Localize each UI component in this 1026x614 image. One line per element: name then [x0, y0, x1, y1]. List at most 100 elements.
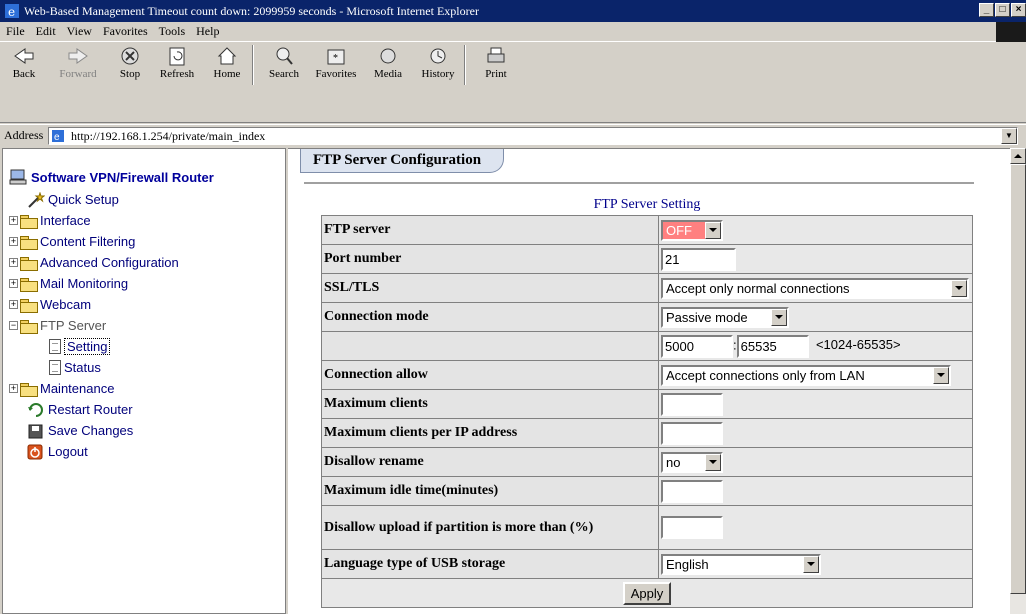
sidebar-item-ftp-server[interactable]: − FTP Server [9, 315, 179, 336]
address-label: Address [4, 128, 44, 142]
sidebar-item-restart-router[interactable]: Restart Router [9, 399, 179, 420]
ssl-tls-label: SSL/TLS [321, 273, 659, 303]
table-row: SSL/TLS Accept only normal connections [321, 273, 973, 303]
menu-help[interactable]: Help [191, 24, 224, 39]
tab-ftp-server-configuration: FTP Server Configuration [300, 149, 505, 173]
stop-label: Stop [119, 68, 141, 80]
vertical-scrollbar[interactable] [1010, 148, 1026, 614]
ftp-server-select[interactable]: OFF [661, 219, 723, 241]
history-label: History [421, 68, 455, 80]
max-clients-per-ip-input[interactable] [661, 421, 723, 445]
sidebar-item-label: Interface [40, 213, 91, 228]
forward-arrow-icon [68, 48, 88, 64]
address-url: http://192.168.1.254/private/main_index [71, 128, 266, 143]
connection-mode-select[interactable]: Passive mode [661, 306, 789, 328]
address-input[interactable]: e http://192.168.1.254/private/main_inde… [48, 127, 1018, 145]
port-range-to-input[interactable]: 65535 [736, 334, 809, 358]
chevron-down-icon [705, 221, 721, 239]
address-bar: Address e http://192.168.1.254/private/m… [0, 124, 1026, 146]
chevron-down-icon [803, 555, 819, 573]
stop-icon [121, 47, 139, 65]
disallow-rename-select[interactable]: no [661, 451, 723, 473]
folder-icon [20, 214, 38, 229]
max-idle-time-input[interactable] [661, 479, 723, 503]
disallow-rename-value: no [666, 454, 681, 470]
collapse-icon[interactable]: − [9, 321, 18, 330]
address-dropdown-icon[interactable]: ▼ [1001, 128, 1017, 144]
expand-icon[interactable]: + [9, 258, 18, 267]
table-row: 5000:65535 <1024-65535> [321, 331, 973, 361]
favorites-button[interactable]: * Favorites [314, 45, 358, 85]
sidebar-item-interface[interactable]: + Interface [9, 210, 179, 231]
minimize-icon[interactable]: _ [979, 3, 994, 17]
restart-icon [28, 402, 43, 417]
connection-mode-value: Passive mode [666, 309, 748, 325]
forward-label: Forward [59, 68, 97, 80]
nav-frame: Software VPN/Firewall Router Quick Setup… [2, 148, 286, 614]
history-button[interactable]: History [416, 45, 460, 85]
browser-window: e Web-Based Management Timeout count dow… [0, 0, 1026, 614]
back-button[interactable]: Back [2, 45, 46, 85]
sidebar-item-label: Status [64, 360, 101, 375]
scroll-up-icon[interactable] [1010, 148, 1026, 164]
menu-edit[interactable]: Edit [31, 24, 61, 39]
media-icon [380, 48, 396, 64]
expand-icon[interactable]: + [9, 279, 18, 288]
ssl-tls-select[interactable]: Accept only normal connections [661, 277, 969, 299]
refresh-button[interactable]: Refresh [155, 45, 199, 85]
refresh-label: Refresh [159, 68, 195, 80]
disallow-rename-label: Disallow rename [321, 447, 659, 477]
search-button[interactable]: Search [262, 45, 306, 85]
stop-button[interactable]: Stop [108, 45, 152, 85]
nav-tree: Quick Setup + Interface + Content Filter… [9, 189, 179, 462]
menu-tools[interactable]: Tools [154, 24, 191, 39]
expand-icon[interactable]: + [9, 300, 18, 309]
apply-button[interactable]: Apply [622, 581, 672, 605]
sidebar-item-logout[interactable]: Logout [9, 441, 179, 462]
sidebar-item-mail-monitoring[interactable]: + Mail Monitoring [9, 273, 179, 294]
sidebar-item-label: Quick Setup [48, 192, 119, 207]
connection-allow-select[interactable]: Accept connections only from LAN [661, 364, 951, 386]
port-number-input[interactable]: 21 [661, 247, 736, 271]
sidebar-item-quick-setup[interactable]: Quick Setup [9, 189, 179, 210]
chevron-down-icon [771, 308, 787, 326]
expand-icon[interactable]: + [9, 216, 18, 225]
empty-label [321, 331, 659, 361]
menu-bar: File Edit View Favorites Tools Help [0, 22, 1026, 42]
sidebar-item-webcam[interactable]: + Webcam [9, 294, 179, 315]
toolbar-separator [464, 45, 466, 85]
forward-button[interactable]: Forward [56, 45, 100, 85]
print-label: Print [485, 68, 507, 80]
connection-mode-label: Connection mode [321, 302, 659, 332]
ftp-settings-table: FTP server OFF Port number 21 SSL/TLS Ac… [321, 215, 973, 608]
sidebar-item-setting[interactable]: Setting [9, 336, 179, 357]
media-button[interactable]: Media [366, 45, 410, 85]
sidebar-item-save-changes[interactable]: Save Changes [9, 420, 179, 441]
language-value: English [666, 556, 709, 572]
chevron-down-icon [933, 366, 949, 384]
sidebar-item-maintenance[interactable]: + Maintenance [9, 378, 179, 399]
expand-icon[interactable]: + [9, 237, 18, 246]
max-clients-input[interactable] [661, 392, 723, 416]
upload-limit-input[interactable] [661, 516, 723, 539]
scroll-thumb[interactable] [1010, 164, 1026, 594]
table-row: Maximum clients per IP address [321, 418, 973, 448]
title-bar: e Web-Based Management Timeout count dow… [0, 0, 1026, 22]
menu-file[interactable]: File [1, 24, 30, 39]
menu-favorites[interactable]: Favorites [98, 24, 153, 39]
menu-view[interactable]: View [62, 24, 97, 39]
svg-text:e: e [8, 5, 15, 18]
sidebar-item-label: Content Filtering [40, 234, 136, 249]
print-button[interactable]: Print [474, 45, 518, 85]
document-icon [49, 339, 61, 354]
expand-icon[interactable]: + [9, 384, 18, 393]
home-button[interactable]: Home [205, 45, 249, 85]
sidebar-item-content-filtering[interactable]: + Content Filtering [9, 231, 179, 252]
port-range-from-input[interactable]: 5000 [661, 334, 733, 358]
language-select[interactable]: English [661, 553, 821, 575]
sidebar-item-status[interactable]: Status [9, 357, 179, 378]
sidebar-item-advanced-configuration[interactable]: + Advanced Configuration [9, 252, 179, 273]
ie-icon: e [4, 3, 20, 19]
maximize-icon[interactable]: □ [995, 3, 1010, 17]
close-icon[interactable]: × [1011, 3, 1026, 17]
